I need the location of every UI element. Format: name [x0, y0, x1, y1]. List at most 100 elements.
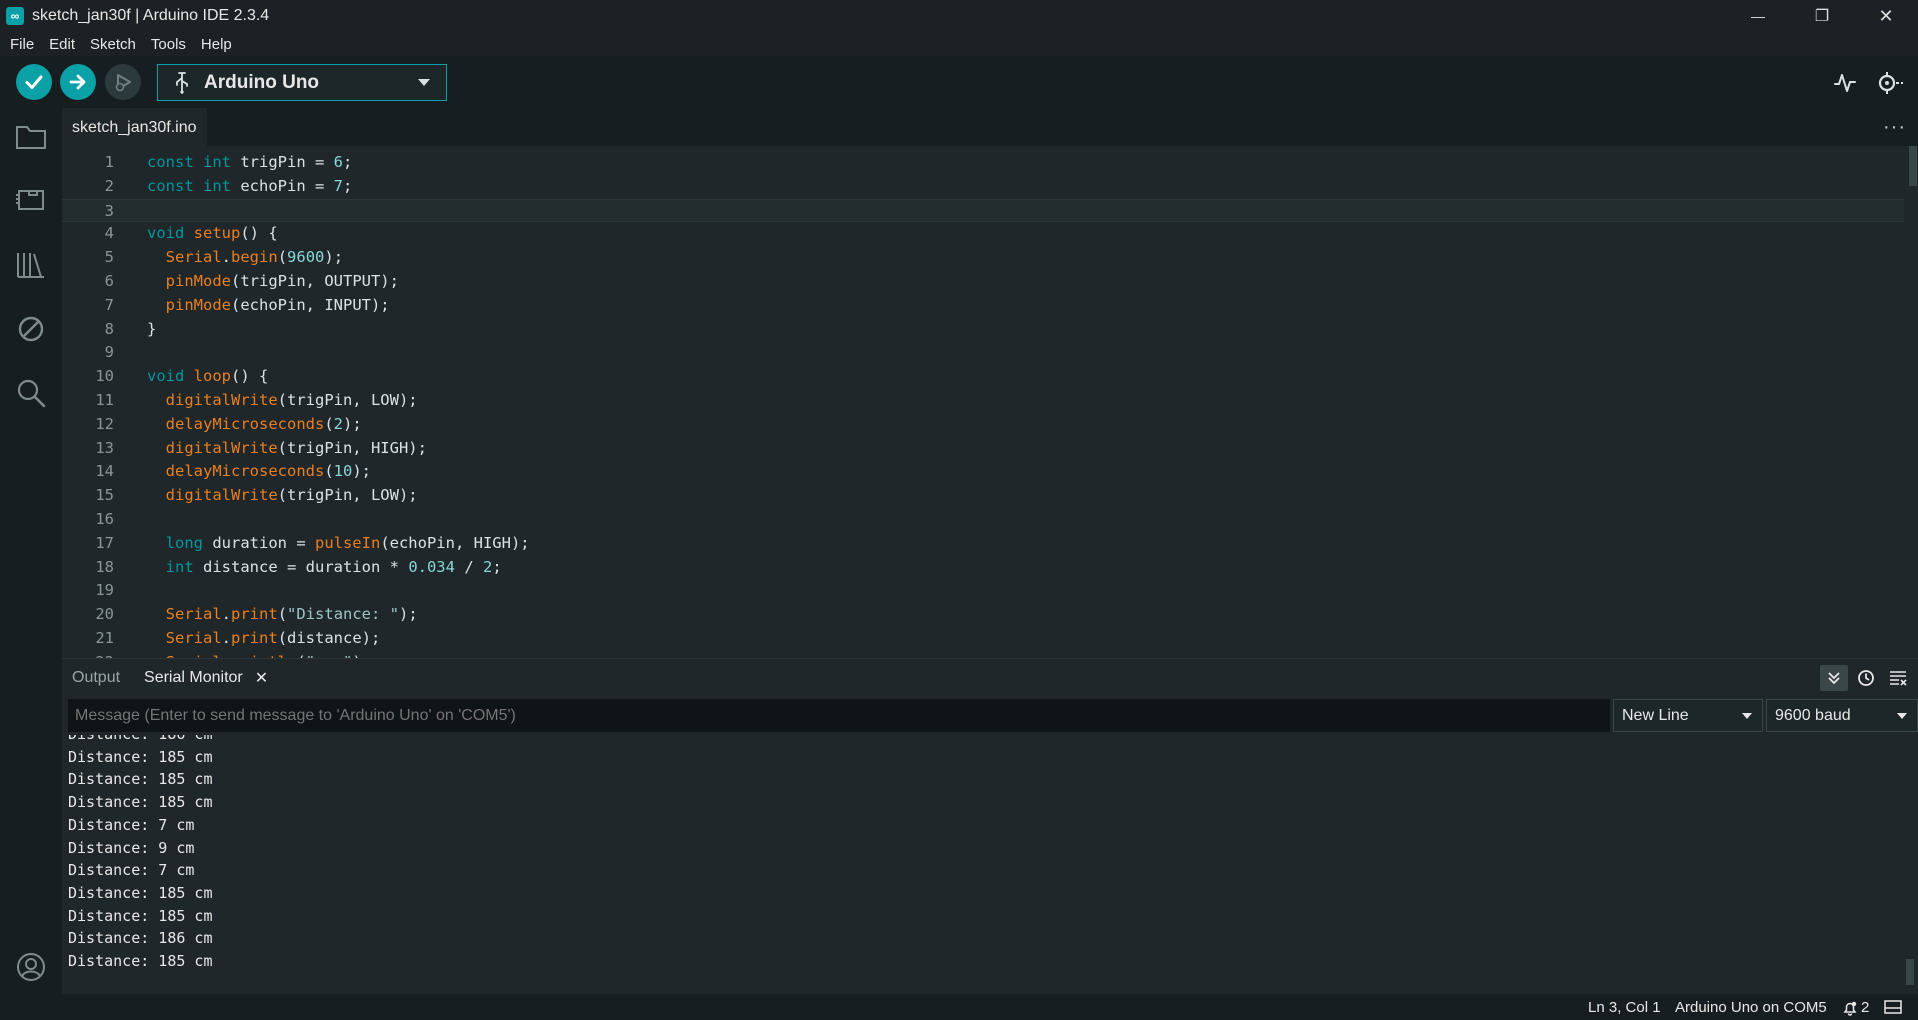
tab-output[interactable]: Output [72, 669, 120, 687]
tab-serial-monitor[interactable]: Serial Monitor ✕ [144, 668, 268, 688]
search-button[interactable] [14, 376, 48, 410]
notifications[interactable]: 2 [1842, 999, 1869, 1016]
code-line[interactable]: 10 void loop() { [62, 365, 1904, 389]
code-line[interactable]: 13 digitalWrite(trigPin, HIGH); [62, 437, 1904, 461]
boards-manager-button[interactable] [14, 182, 48, 216]
debug-panel-button[interactable] [14, 312, 48, 346]
code-line[interactable]: 9 [62, 341, 1904, 365]
library-manager-button[interactable] [14, 248, 48, 282]
code-line[interactable]: 21 Serial.print(distance); [62, 627, 1904, 651]
code-text: void loop() { [147, 367, 269, 386]
verify-button[interactable] [16, 64, 52, 100]
timestamp-button[interactable] [1852, 665, 1880, 691]
line-number: 4 [104, 224, 114, 243]
menu-file[interactable]: File [10, 36, 34, 53]
serial-monitor-button[interactable] [1875, 68, 1905, 98]
serial-output-line: Distance: 9 cm [68, 838, 195, 857]
plotter-icon [1834, 74, 1856, 92]
minimize-button[interactable]: — [1726, 0, 1790, 32]
serial-output-line: Distance: 185 cm [68, 883, 213, 902]
line-ending-select[interactable]: New Line [1613, 699, 1763, 732]
chevron-down-icon [418, 79, 430, 86]
activity-bar [0, 108, 62, 1020]
serial-scrollbar[interactable] [1906, 959, 1914, 985]
code-line[interactable]: 12 delayMicroseconds(2); [62, 413, 1904, 437]
menu-sketch[interactable]: Sketch [90, 36, 136, 53]
code-line[interactable]: 14 delayMicroseconds(10); [62, 460, 1904, 484]
code-text: digitalWrite(trigPin, LOW); [165, 391, 418, 409]
code-line[interactable]: 18 int distance = duration * 0.034 / 2; [62, 556, 1904, 580]
editor-scrollbar[interactable] [1908, 146, 1918, 658]
board-name: Arduino Uno [204, 71, 320, 93]
board-connection-status[interactable]: Arduino Uno on COM5 [1675, 999, 1827, 1016]
board-icon [16, 190, 44, 210]
sketchbook-button[interactable] [14, 120, 48, 154]
account-button[interactable] [14, 950, 48, 984]
code-text: delayMicroseconds(2); [165, 414, 362, 433]
more-actions-icon[interactable]: ··· [1883, 116, 1906, 139]
restore-button[interactable]: ❐ [1790, 0, 1854, 32]
code-line[interactable]: 3 [62, 198, 1904, 223]
code-line[interactable]: 17 long duration = pulseIn(echoPin, HIGH… [62, 532, 1904, 556]
code-text: int distance = duration * 0.034 / 2; [165, 557, 502, 576]
code-line[interactable]: 20 Serial.print("Distance: "); [62, 603, 1904, 627]
serial-monitor-icon [1878, 72, 1903, 94]
code-line[interactable]: 7 pinMode(echoPin, INPUT); [62, 294, 1904, 318]
clear-output-button[interactable] [1884, 665, 1912, 691]
code-line[interactable]: 8} [62, 318, 1904, 342]
debug-icon [115, 74, 131, 92]
toggle-panel-button[interactable] [1884, 999, 1902, 1019]
panel-icon [1884, 1000, 1902, 1014]
code-text: pinMode(echoPin, INPUT); [165, 295, 390, 314]
code-line[interactable]: 11 digitalWrite(trigPin, LOW); [62, 389, 1904, 413]
editor-area: sketch_jan30f.ino ··· 1 const int trigPin… [62, 108, 1918, 658]
code-line[interactable]: 5 Serial.begin(9600); [62, 246, 1904, 270]
line-number: 11 [95, 391, 114, 409]
code-line[interactable]: 4 void setup() { [62, 222, 1904, 246]
library-icon [17, 253, 44, 278]
line-number: 2 [104, 176, 114, 195]
folder-icon [16, 126, 46, 149]
baud-rate-select[interactable]: 9600 baud [1766, 699, 1918, 732]
line-number: 20 [95, 605, 114, 624]
line-number: 15 [95, 486, 114, 505]
status-bar: Ln 3, Col 1 Arduino Uno on COM5 2 [0, 996, 1918, 1020]
serial-message-input[interactable] [68, 699, 1610, 732]
serial-output-line: Distance: 185 cm [68, 770, 213, 789]
line-number: 13 [95, 438, 114, 457]
code-line[interactable]: 16 [62, 508, 1904, 532]
cursor-position[interactable]: Ln 3, Col 1 [1588, 999, 1661, 1016]
line-number: 3 [104, 201, 114, 220]
search-icon [17, 379, 46, 408]
code-line[interactable]: 19 [62, 579, 1904, 603]
code-line[interactable]: 2 const int echoPin = 7; [62, 175, 1904, 199]
code-line[interactable]: 22 Serial.println(" cm"); [62, 651, 1904, 658]
close-icon[interactable]: ✕ [255, 668, 268, 688]
line-number: 22 [62, 651, 114, 658]
autoscroll-button[interactable] [1820, 665, 1848, 691]
code-line[interactable]: 15 digitalWrite(trigPin, LOW); [62, 484, 1904, 508]
code-line[interactable]: 6 pinMode(trigPin, OUTPUT); [62, 270, 1904, 294]
code-text: pinMode(trigPin, OUTPUT); [165, 272, 399, 290]
panel-actions [1816, 665, 1912, 691]
line-number: 10 [95, 367, 114, 386]
line-number: 6 [104, 272, 114, 290]
serial-plotter-button[interactable] [1830, 68, 1860, 98]
close-window-button[interactable]: ✕ [1854, 0, 1918, 32]
tab-sketch-file[interactable]: sketch_jan30f.ino [62, 108, 207, 146]
menu-tools[interactable]: Tools [151, 36, 186, 53]
menu-edit[interactable]: Edit [49, 36, 75, 53]
code-text: Serial.println(" cm"); [147, 651, 371, 658]
serial-output-line: Distance: 185 cm [68, 747, 213, 766]
upload-button[interactable] [60, 64, 96, 100]
line-ending-value: New Line [1622, 706, 1689, 724]
board-selector[interactable]: Arduino Uno [157, 64, 447, 101]
menu-help[interactable]: Help [201, 36, 232, 53]
serial-output-line: Distance: 186 cm [68, 735, 213, 746]
serial-output-line: Distance: 185 cm [68, 793, 213, 812]
code-editor[interactable]: 1 const int trigPin = 6; 2 const int echoPi… [62, 146, 1904, 658]
serial-output[interactable]: Distance: 186 cmDistance: 185 cmDistance… [68, 735, 1898, 989]
code-line[interactable]: 1 const int trigPin = 6; [62, 151, 1904, 175]
clock-icon [1858, 670, 1874, 686]
debug-button[interactable] [105, 64, 141, 100]
